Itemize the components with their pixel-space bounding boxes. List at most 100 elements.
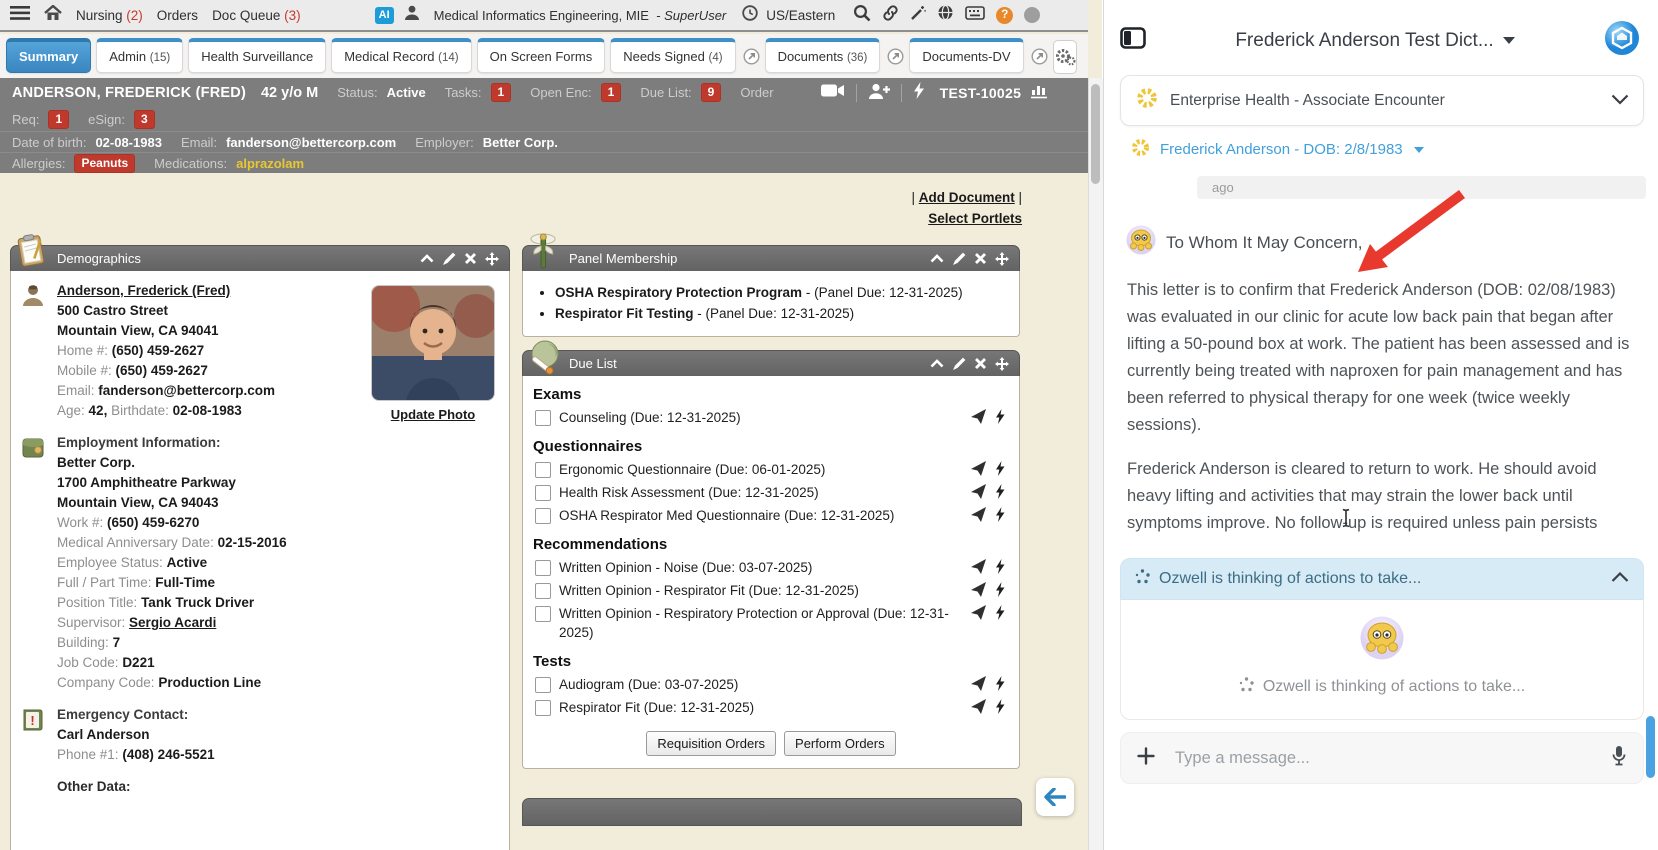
chat-message-input[interactable] — [1173, 747, 1593, 769]
due-item-checkbox[interactable] — [535, 700, 551, 716]
globe-icon[interactable] — [937, 4, 954, 26]
caret-down-icon[interactable] — [1502, 37, 1515, 44]
due-list-badge[interactable]: 9 — [700, 83, 722, 102]
quick-action-bolt-icon[interactable] — [913, 82, 925, 103]
thinking-banner[interactable]: Ozwell is thinking of actions to take... — [1120, 558, 1644, 599]
collapse-icon[interactable] — [930, 254, 944, 263]
video-camera-icon[interactable] — [820, 83, 845, 102]
chat-title[interactable]: Frederick Anderson Test Dict... — [1235, 30, 1493, 52]
edit-icon[interactable] — [953, 357, 966, 370]
user-avatar[interactable] — [1024, 7, 1041, 23]
bolt-icon[interactable] — [995, 461, 1005, 476]
hamburger-menu-icon[interactable] — [10, 5, 30, 25]
add-document-link[interactable]: Add Document — [919, 190, 1015, 205]
collapse-chat-button[interactable] — [1036, 778, 1074, 816]
add-attachment-icon[interactable] — [1137, 746, 1155, 770]
link-icon[interactable] — [882, 4, 899, 26]
microphone-icon[interactable] — [1611, 745, 1627, 771]
close-icon[interactable] — [465, 253, 476, 264]
ozwell-logo[interactable] — [1604, 20, 1640, 61]
bolt-icon[interactable] — [995, 559, 1005, 574]
collapse-icon[interactable] — [930, 359, 944, 368]
due-list-header[interactable]: Due List — [522, 340, 1020, 376]
demographics-portlet-header[interactable]: Demographics — [10, 234, 510, 271]
bolt-icon[interactable] — [995, 484, 1005, 499]
supervisor-link[interactable]: Sergio Acardi — [129, 615, 216, 630]
perform-orders-button[interactable]: Perform Orders — [784, 731, 896, 756]
send-icon[interactable] — [971, 507, 986, 522]
due-item-checkbox[interactable] — [535, 485, 551, 501]
close-icon[interactable] — [975, 358, 986, 369]
tab-on-screen-forms[interactable]: On Screen Forms — [476, 38, 606, 73]
req-badge[interactable]: 1 — [48, 109, 70, 129]
due-item-checkbox[interactable] — [535, 560, 551, 576]
edit-icon[interactable] — [953, 252, 966, 265]
tab-settings-button[interactable] — [1052, 40, 1077, 74]
external-link-icon[interactable] — [1031, 48, 1048, 70]
emr-scrollbar[interactable] — [1088, 78, 1103, 850]
tab-health-surveillance[interactable]: Health Surveillance — [188, 38, 327, 73]
medications-value[interactable]: alprazolam — [236, 156, 304, 171]
move-icon[interactable] — [485, 251, 499, 266]
nav-doc-queue[interactable]: Doc Queue (3) — [212, 8, 301, 23]
bolt-icon[interactable] — [995, 699, 1005, 714]
requisition-orders-button[interactable]: Requisition Orders — [646, 731, 777, 756]
move-icon[interactable] — [995, 356, 1009, 371]
chevron-up-icon[interactable] — [1611, 570, 1629, 588]
tab-medical-record[interactable]: Medical Record (14) — [331, 38, 472, 73]
help-icon[interactable]: ? — [996, 6, 1014, 24]
external-link-icon[interactable] — [887, 48, 904, 70]
open-enc-badge[interactable]: 1 — [600, 83, 622, 102]
patient-name-link[interactable]: Anderson, Frederick (Fred) — [57, 283, 230, 298]
chart-stats-icon[interactable] — [1030, 82, 1048, 103]
bolt-icon[interactable] — [995, 409, 1005, 424]
due-item-checkbox[interactable] — [535, 606, 551, 622]
ai-badge[interactable]: AI — [374, 6, 394, 24]
bolt-icon[interactable] — [995, 605, 1005, 620]
edit-icon[interactable] — [443, 252, 456, 265]
tasks-badge[interactable]: 1 — [490, 83, 512, 102]
panel-membership-header[interactable]: Panel Membership — [522, 233, 1020, 271]
due-item-checkbox[interactable] — [535, 462, 551, 478]
send-icon[interactable] — [971, 582, 986, 597]
move-icon[interactable] — [995, 251, 1009, 266]
send-icon[interactable] — [971, 699, 986, 714]
due-item-checkbox[interactable] — [535, 677, 551, 693]
send-icon[interactable] — [971, 676, 986, 691]
send-icon[interactable] — [971, 461, 986, 476]
bolt-icon[interactable] — [995, 582, 1005, 597]
external-link-icon[interactable] — [743, 48, 760, 70]
add-person-icon[interactable] — [868, 83, 890, 103]
tab-needs-signed[interactable]: Needs Signed (4) — [610, 38, 736, 73]
esign-badge[interactable]: 3 — [134, 109, 155, 129]
update-photo-link[interactable]: Update Photo — [391, 407, 476, 422]
org-name[interactable]: Medical Informatics Engineering, MIE - S… — [434, 8, 727, 23]
due-item-checkbox[interactable] — [535, 583, 551, 599]
keyboard-icon[interactable] — [965, 5, 986, 25]
nav-nursing[interactable]: Nursing (2) — [76, 8, 143, 23]
due-item-checkbox[interactable] — [535, 410, 551, 426]
tab-summary[interactable]: Summary — [6, 38, 92, 73]
tab-documents[interactable]: Documents (36) — [764, 38, 881, 73]
chat-patient-link[interactable]: Frederick Anderson - DOB: 2/8/1983 — [1130, 137, 1658, 162]
allergy-badge[interactable]: Peanuts — [74, 153, 136, 173]
emr-scrollbar-thumb[interactable] — [1091, 84, 1100, 184]
tab-admin[interactable]: Admin (15) — [96, 38, 184, 73]
home-icon[interactable] — [44, 3, 62, 26]
order-link[interactable]: Order — [740, 85, 773, 100]
chat-scrollbar-thumb[interactable] — [1646, 716, 1655, 778]
encounter-selector[interactable]: Enterprise Health - Associate Encounter — [1120, 75, 1644, 126]
next-portlet-header-partial[interactable] — [522, 798, 1022, 826]
bolt-icon[interactable] — [995, 676, 1005, 691]
bolt-icon[interactable] — [995, 507, 1005, 522]
send-icon[interactable] — [971, 484, 986, 499]
wand-icon[interactable] — [910, 5, 927, 26]
nav-orders[interactable]: Orders — [157, 8, 198, 23]
due-item-checkbox[interactable] — [535, 508, 551, 524]
tab-documents-dv[interactable]: Documents-DV — [909, 38, 1024, 73]
select-portlets-link[interactable]: Select Portlets — [928, 211, 1022, 226]
send-icon[interactable] — [971, 409, 986, 424]
collapse-icon[interactable] — [420, 254, 434, 263]
send-icon[interactable] — [971, 559, 986, 574]
send-icon[interactable] — [971, 605, 986, 620]
